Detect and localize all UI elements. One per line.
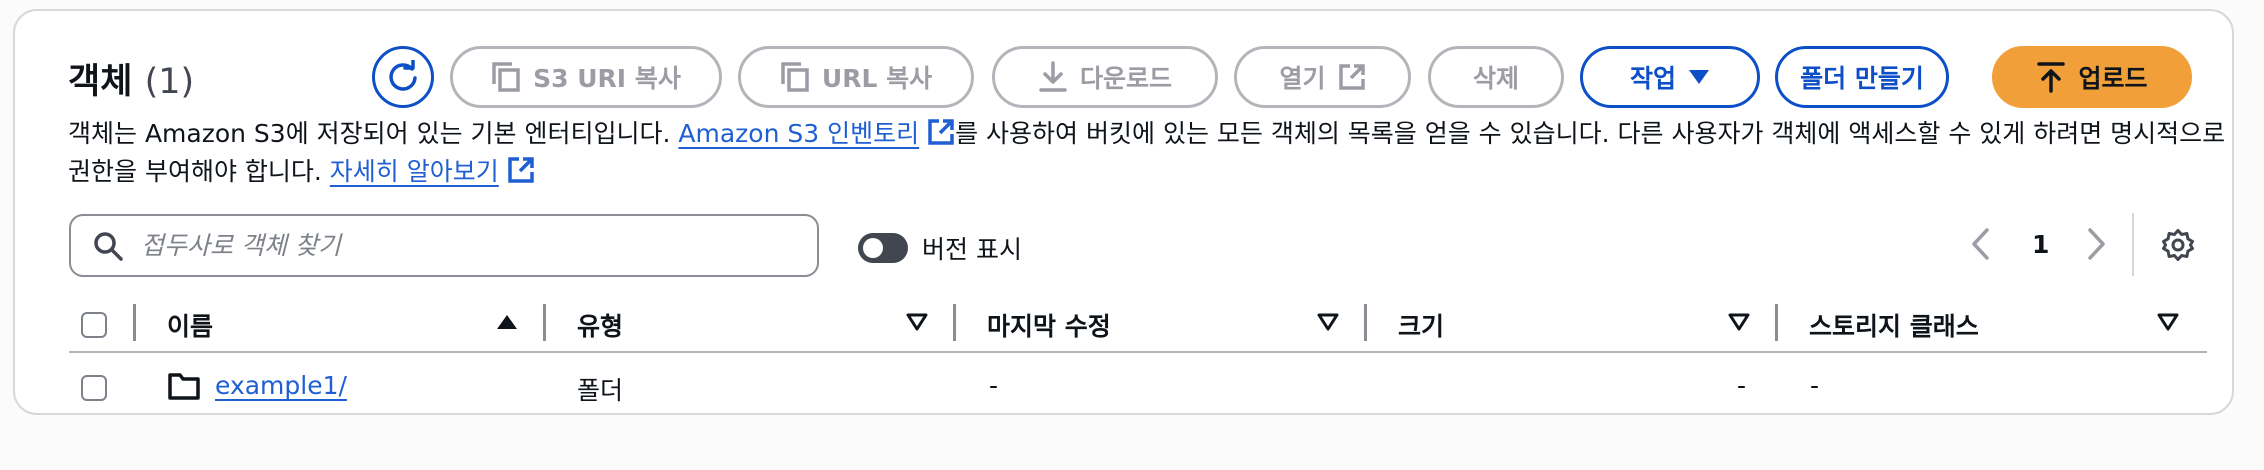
copy-icon [492,62,520,92]
copy-url-button[interactable]: URL 복사 [738,46,974,108]
storage-class-cell: - [1810,371,1820,400]
copy-s3-uri-button[interactable]: S3 URI 복사 [450,46,722,108]
sort-icon[interactable] [906,313,928,331]
object-name-link[interactable]: example1/ [215,371,347,400]
open-label: 열기 [1279,64,1326,93]
column-header-size[interactable]: 크기 [1398,307,1444,343]
row-checkbox[interactable] [81,375,107,401]
sort-ascending-icon[interactable] [496,313,518,331]
search-input[interactable] [139,230,783,261]
page-title: 객체 (1) [68,53,194,104]
external-link-icon [928,119,954,145]
column-header-storage-class[interactable]: 스토리지 클래스 [1809,307,1979,343]
create-folder-button[interactable]: 폴더 만들기 [1775,46,1949,108]
upload-icon [2037,62,2066,93]
objects-panel: 객체 (1) S3 URI 복사 URL 복사 다운로드 열기 삭제 작업 폴더… [13,9,2234,415]
sort-icon[interactable] [2157,313,2179,331]
description-text-1: 객체는 Amazon S3에 저장되어 있는 기본 엔터티입니다. [68,119,679,148]
sort-icon[interactable] [1728,313,1750,331]
caret-down-icon [1689,70,1709,84]
show-versions-toggle[interactable] [858,233,908,263]
copy-s3-uri-label: S3 URI 복사 [533,64,681,93]
column-divider[interactable] [1775,304,1778,341]
object-count: (1) [144,62,195,102]
learn-more-link[interactable]: 자세히 알아보기 [330,157,499,186]
column-header-type[interactable]: 유형 [577,307,623,343]
object-type-cell: 폴더 [577,376,624,405]
column-header-last-modified[interactable]: 마지막 수정 [987,307,1111,343]
create-folder-label: 폴더 만들기 [1800,64,1924,93]
table-header-divider [69,351,2207,353]
refresh-button[interactable] [372,46,434,108]
column-header-name[interactable]: 이름 [167,307,213,343]
download-icon [1039,61,1067,92]
search-icon [94,231,123,261]
pagination-divider [2132,213,2134,276]
chevron-right-icon[interactable] [2085,227,2107,261]
upload-label: 업로드 [2078,64,2148,93]
current-page-number[interactable]: 1 [2032,230,2049,259]
objects-description: 객체는 Amazon S3에 저장되어 있는 기본 엔터티입니다. Amazon… [68,115,2228,191]
actions-label: 작업 [1629,64,1676,93]
open-button[interactable]: 열기 [1234,46,1411,108]
download-button[interactable]: 다운로드 [992,46,1218,108]
toggle-knob [863,238,883,258]
inventory-link[interactable]: Amazon S3 인벤토리 [678,119,919,148]
sort-icon[interactable] [1317,313,1339,331]
settings-gear-icon[interactable] [2161,228,2195,262]
external-link-icon [1338,64,1365,90]
title-text: 객체 [68,62,133,102]
column-divider[interactable] [1364,304,1367,341]
chevron-left-icon[interactable] [1970,227,1992,261]
delete-label: 삭제 [1472,64,1519,93]
column-divider[interactable] [543,304,546,341]
copy-url-label: URL 복사 [821,64,933,93]
copy-icon [781,62,809,92]
external-link-icon [508,157,534,183]
actions-dropdown[interactable]: 작업 [1580,46,1760,108]
column-divider[interactable] [953,304,956,341]
search-field[interactable] [69,214,819,277]
size-cell: - [1737,371,1747,400]
folder-icon [168,373,200,400]
column-divider [133,304,136,341]
refresh-icon [389,60,417,91]
delete-button[interactable]: 삭제 [1428,46,1564,108]
download-label: 다운로드 [1079,64,1172,93]
last-modified-cell: - [989,371,999,400]
show-versions-label: 버전 표시 [922,235,1022,264]
select-all-checkbox[interactable] [81,312,107,338]
upload-button[interactable]: 업로드 [1992,46,2192,108]
